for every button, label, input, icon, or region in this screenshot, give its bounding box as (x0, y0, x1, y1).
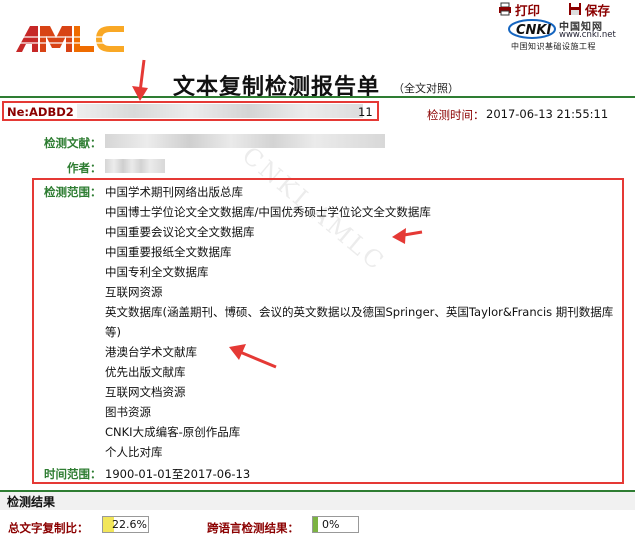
cnki-subtitle: 中国知识基础设施工程 (511, 42, 596, 51)
scope-label: 检测范围： (44, 185, 102, 199)
cross-language-fill (313, 517, 318, 532)
cnki-url: www.cnki.net (559, 30, 616, 40)
scope-item: 个人比对库 (105, 445, 163, 459)
floppy-disk-icon (569, 3, 581, 15)
author-name-redacted (105, 159, 165, 173)
cnki-mark-text: CNKI (516, 23, 551, 38)
scope-item: CNKI大成编客-原创作品库 (105, 425, 241, 439)
report-id-label: Ne:ADBD2 (7, 105, 74, 119)
report-id-redacted (77, 104, 363, 118)
scope-item: 中国专利全文数据库 (105, 265, 209, 279)
time-range-label: 时间范围： (44, 467, 102, 481)
check-time-value: 2017-06-13 21:55:11 (486, 107, 609, 121)
scope-item: 中国博士学位论文全文数据库/中国优秀硕士学位论文全文数据库 (105, 205, 431, 219)
scope-item: 中国重要报纸全文数据库 (105, 245, 232, 259)
save-label: 保存 (585, 2, 611, 18)
cnki-logo: CNKI 中国知网 www.cnki.net 中国知识基础设施工程 (505, 18, 633, 52)
scope-item: 中国重要会议论文全文数据库 (105, 225, 255, 239)
print-button[interactable]: 打印 (498, 1, 541, 18)
printer-icon (499, 2, 511, 16)
report-id-tail: 11 (358, 105, 373, 119)
scope-item: 互联网资源 (105, 285, 163, 299)
result-title: 检测结果 (7, 495, 56, 509)
save-button[interactable]: 保存 (568, 1, 611, 18)
total-copy-ratio-bar: 22.6% (102, 516, 149, 533)
title-divider (0, 96, 635, 98)
total-copy-ratio-label: 总文字复制比： (8, 521, 89, 535)
result-section-header (0, 490, 635, 510)
total-copy-ratio-value: 22.6% (112, 518, 147, 531)
scope-list: 中国学术期刊网络出版总库 中国博士学位论文全文数据库/中国优秀硕士学位论文全文数… (105, 182, 625, 462)
print-label: 打印 (515, 2, 541, 18)
author-label: 作者： (67, 161, 102, 175)
cross-language-label: 跨语言检测结果： (207, 521, 299, 535)
scope-item: 优先出版文献库 (105, 365, 186, 379)
amlc-logo (16, 26, 126, 52)
scope-item: 中国学术期刊网络出版总库 (105, 185, 243, 199)
document-title-redacted (105, 134, 385, 148)
check-time-label: 检测时间： (427, 108, 485, 122)
time-range-value: 1900-01-01至2017-06-13 (105, 467, 251, 481)
arrow-down-icon (132, 59, 148, 101)
scope-item: 港澳台学术文献库 (105, 345, 197, 359)
document-label: 检测文献： (44, 136, 102, 150)
scope-item: 图书资源 (105, 405, 151, 419)
cross-language-bar: 0% (312, 516, 359, 533)
cross-language-value: 0% (322, 518, 340, 531)
cnki-mark-icon: CNKI (508, 19, 556, 39)
scope-item: 英文数据库(涵盖期刊、博硕、会议的英文数据以及德国Springer、英国Tayl… (105, 305, 614, 339)
scope-item: 互联网文档资源 (105, 385, 186, 399)
report-subtitle: （全文对照） (393, 82, 459, 95)
